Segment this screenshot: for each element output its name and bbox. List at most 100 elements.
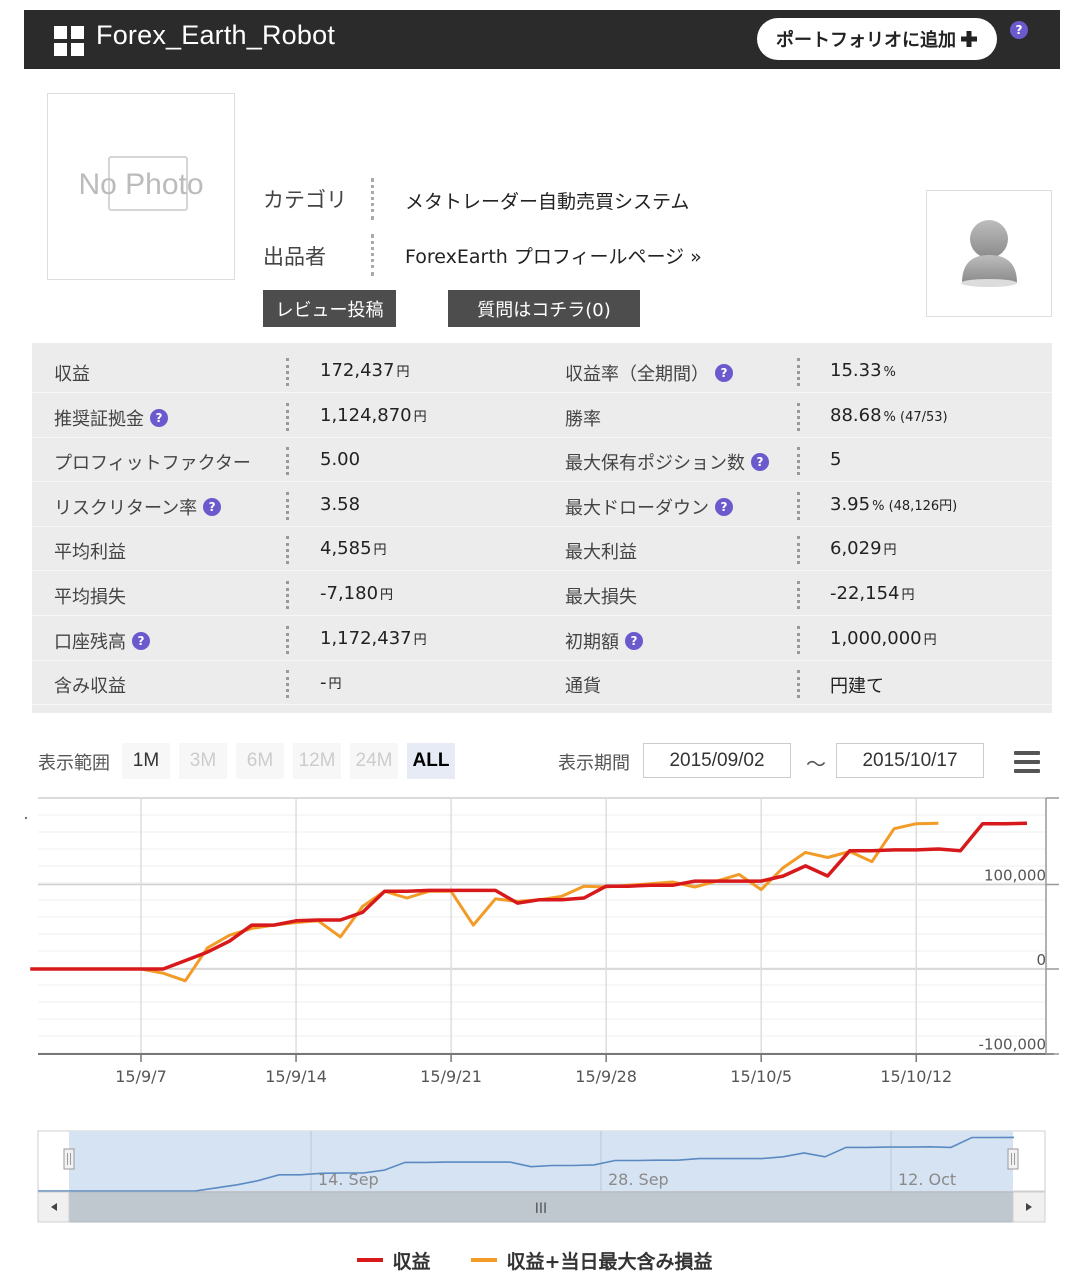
stat-value: 6,029 円 bbox=[830, 538, 897, 559]
title-bar: Forex_Earth_Robot ポートフォリオに追加 bbox=[24, 10, 1060, 69]
stat-label-text: 含み収益 bbox=[54, 676, 126, 698]
stats-row: 推奨証拠金? 1,124,870 円 勝率 88.68% (47/53) bbox=[32, 394, 1052, 438]
legend-item[interactable]: 収益+当日最大含み損益 bbox=[470, 1247, 713, 1274]
help-icon[interactable]: ? bbox=[203, 497, 222, 516]
profit-plus-unrealized-series-line bbox=[30, 821, 939, 983]
stat-label: 収益率（全期間）? bbox=[565, 360, 733, 386]
help-icon[interactable]: ? bbox=[150, 408, 168, 427]
stat-number: 円建て bbox=[830, 676, 884, 698]
profit-line-chart: 15/9/7 15/9/14 15/9/21 15/9/28 15/10/5 15/10/… bbox=[24, 797, 1059, 1086]
x-tick-label: 15/10/5 bbox=[730, 1067, 792, 1086]
stat-label-text: 最大保有ポジション数 bbox=[565, 453, 745, 475]
range-12m-button[interactable]: 12M bbox=[293, 743, 341, 779]
divider bbox=[797, 447, 800, 476]
legend-item[interactable]: 収益 bbox=[356, 1247, 431, 1274]
help-icon[interactable]: ? bbox=[715, 497, 733, 516]
stat-label: 平均利益 bbox=[54, 538, 126, 564]
chart-menu-icon[interactable] bbox=[1014, 751, 1040, 773]
stat-unit: % bbox=[883, 365, 896, 380]
y-tick-label: 100,000 bbox=[984, 867, 1046, 885]
legend-label: 収益 bbox=[392, 1250, 431, 1273]
period-label: 表示期間 bbox=[558, 753, 630, 774]
stat-value: -円 bbox=[320, 672, 342, 693]
navigator-handle[interactable] bbox=[1007, 1148, 1019, 1170]
stat-label-text: 平均損失 bbox=[54, 587, 126, 608]
range-24m-button[interactable]: 24M bbox=[350, 743, 398, 779]
x-tick-label: 15/10/12 bbox=[880, 1067, 952, 1086]
stat-number: 1,124,870 bbox=[320, 404, 412, 426]
stat-label: 最大利益 bbox=[565, 538, 637, 564]
divider bbox=[371, 178, 374, 220]
stat-number: 5 bbox=[830, 449, 842, 471]
divider bbox=[286, 491, 289, 520]
range-6m-button[interactable]: 6M bbox=[236, 743, 284, 779]
y-tick-label: 0 bbox=[1036, 951, 1046, 969]
help-icon[interactable]: ? bbox=[751, 453, 769, 472]
profit-series-line bbox=[30, 821, 1028, 971]
divider bbox=[286, 447, 289, 476]
divider bbox=[797, 402, 800, 431]
x-tick-label: 15/9/28 bbox=[575, 1067, 637, 1086]
stat-label-text: リスクリターン率 bbox=[54, 497, 198, 519]
stat-extra: (48,126円) bbox=[884, 498, 958, 514]
page-title: Forex_Earth_Robot bbox=[96, 20, 336, 50]
range-label: 表示範囲 bbox=[38, 753, 110, 774]
stat-number: 1,172,437 bbox=[320, 627, 412, 649]
stat-unit: 円 bbox=[413, 632, 427, 648]
help-icon[interactable]: ? bbox=[715, 364, 733, 382]
help-icon[interactable]: ? bbox=[625, 631, 643, 650]
stat-label-text: 平均利益 bbox=[54, 542, 126, 564]
date-from-input[interactable]: 2015/09/02 bbox=[643, 743, 791, 778]
chart-navigator[interactable]: 14. Sep 28. Sep 12. OctIII bbox=[0, 1125, 1069, 1235]
stat-value: 88.68% (47/53) bbox=[830, 405, 948, 426]
stat-number: 88.68 bbox=[830, 404, 882, 426]
stat-label: 平均損失 bbox=[54, 583, 126, 609]
question-button[interactable]: 質問はコチラ(0) bbox=[448, 290, 640, 327]
stats-row: リスクリターン率? 3.58 最大ドローダウン? 3.95% (48,126円) bbox=[32, 483, 1052, 527]
stat-extra: (47/53) bbox=[895, 409, 948, 425]
stat-number: 5.00 bbox=[320, 449, 361, 471]
divider bbox=[286, 670, 289, 699]
range-1m-button[interactable]: 1M bbox=[122, 743, 170, 779]
category-label: カテゴリ bbox=[263, 188, 347, 212]
stat-number: 4,585 bbox=[320, 538, 372, 560]
stat-label-text: 最大損失 bbox=[565, 587, 637, 608]
seller-profile-link[interactable]: ForexEarth プロフィールページ » bbox=[405, 242, 702, 269]
navigator-handle[interactable] bbox=[63, 1148, 75, 1170]
review-post-button[interactable]: レビュー投稿 bbox=[263, 290, 396, 327]
stat-unit: 円 bbox=[883, 543, 897, 559]
legend-label: 収益+当日最大含み損益 bbox=[506, 1250, 713, 1273]
help-icon[interactable]: ? bbox=[132, 631, 150, 650]
stat-label-text: 口座残高 bbox=[54, 631, 126, 653]
grid-icon bbox=[54, 26, 84, 56]
stat-unit: 円 bbox=[396, 365, 410, 380]
divider bbox=[286, 625, 289, 654]
stat-label: 推奨証拠金? bbox=[54, 405, 168, 431]
stat-unit: 円 bbox=[923, 632, 937, 648]
divider bbox=[797, 491, 800, 520]
navigator-date-label: 28. Sep bbox=[608, 1170, 669, 1189]
help-icon[interactable]: ? bbox=[1010, 21, 1028, 39]
chart-legend: 収益 収益+当日最大含み損益 bbox=[0, 1245, 1069, 1275]
category-value: メタトレーダー自動売買システム bbox=[405, 191, 690, 213]
stat-value: 4,585 円 bbox=[320, 538, 387, 559]
range-all-button[interactable]: ALL bbox=[407, 743, 455, 779]
stat-label: 収益 bbox=[54, 360, 90, 386]
scrollbar-grip[interactable]: III bbox=[535, 1201, 547, 1217]
stats-row: 含み収益 - 円 通貨 円建て bbox=[32, 661, 1052, 706]
stat-label-text: 最大利益 bbox=[565, 542, 637, 564]
navigator-date-label: 12. Oct bbox=[898, 1170, 956, 1189]
stat-value: 円建て bbox=[830, 672, 886, 698]
stats-row: 収益 172,437 円 収益率（全期間）? 15.33% bbox=[32, 349, 1052, 393]
date-to-input[interactable]: 2015/10/17 bbox=[836, 743, 984, 778]
add-to-portfolio-button[interactable]: ポートフォリオに追加 bbox=[757, 18, 997, 60]
stat-label: プロフィットファクター bbox=[54, 449, 251, 475]
range-3m-button[interactable]: 3M bbox=[179, 743, 227, 779]
stat-value: -22,154 円 bbox=[830, 583, 915, 604]
stats-row: 平均損失 -7,180 円最大損失 -22,154 円 bbox=[32, 572, 1052, 616]
stat-label-text: 収益率（全期間） bbox=[565, 364, 709, 385]
stat-label-text: 収益 bbox=[54, 364, 90, 385]
stat-unit: 円 bbox=[413, 409, 427, 425]
stat-label-text: 初期額 bbox=[565, 631, 619, 653]
stat-label: 通貨 bbox=[565, 672, 601, 698]
